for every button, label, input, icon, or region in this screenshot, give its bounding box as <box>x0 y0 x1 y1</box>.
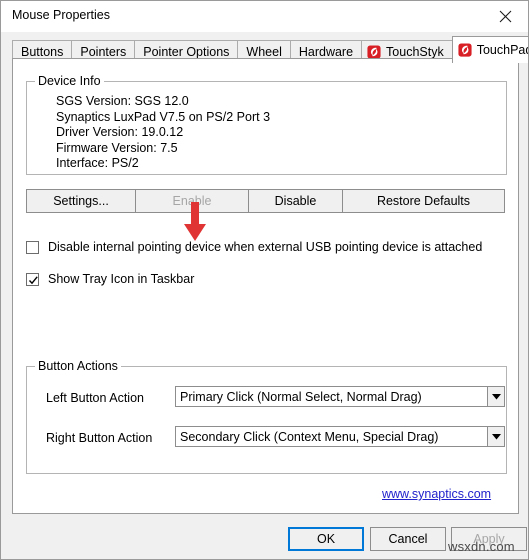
right-button-action-value: Secondary Click (Context Menu, Special D… <box>180 429 439 444</box>
tab-label: Buttons <box>21 45 64 59</box>
tab-label: TouchPad <box>476 43 529 57</box>
right-button-action-label: Right Button Action <box>46 431 153 445</box>
settings-button[interactable]: Settings... <box>26 189 136 213</box>
button-label: Disable <box>274 194 317 208</box>
disable-button[interactable]: Disable <box>248 189 343 213</box>
tab-label: Pointer Options <box>143 45 230 59</box>
button-label: Apply <box>473 532 505 546</box>
chevron-down-icon[interactable] <box>487 387 504 406</box>
chevron-down-icon[interactable] <box>487 427 504 446</box>
show-tray-icon-checkbox[interactable]: Show Tray Icon in Taskbar <box>26 272 194 286</box>
device-info-text: SGS Version: SGS 12.0 Synaptics LuxPad V… <box>56 94 270 172</box>
mouse-properties-dialog: Mouse Properties Buttons Pointers Pointe… <box>0 0 529 560</box>
button-label: Settings... <box>53 194 109 208</box>
ok-button[interactable]: OK <box>288 527 364 551</box>
device-action-buttons: Settings... Enable Disable Restore Defau… <box>26 189 507 213</box>
restore-defaults-button[interactable]: Restore Defaults <box>342 189 505 213</box>
device-info-group: Device Info SGS Version: SGS 12.0 Synapt… <box>26 74 507 175</box>
title-bar: Mouse Properties <box>1 1 528 32</box>
button-label: OK <box>316 532 336 546</box>
button-label: Cancel <box>388 532 428 546</box>
synaptics-icon <box>458 43 472 57</box>
right-button-action-dropdown[interactable]: Secondary Click (Context Menu, Special D… <box>175 426 505 447</box>
button-actions-title: Button Actions <box>35 359 121 373</box>
checkbox-box-unchecked <box>26 240 39 254</box>
tab-label: Hardware <box>298 45 354 59</box>
button-label: Restore Defaults <box>376 194 471 208</box>
left-button-action-value: Primary Click (Normal Select, Normal Dra… <box>180 389 422 404</box>
info-line-interface: Interface: PS/2 <box>56 156 139 170</box>
tab-label: Pointers <box>80 45 127 59</box>
left-button-action-dropdown[interactable]: Primary Click (Normal Select, Normal Dra… <box>175 386 505 407</box>
window-title: Mouse Properties <box>12 8 110 22</box>
left-button-action-label: Left Button Action <box>46 391 144 405</box>
tab-label: TouchStyk <box>386 45 444 59</box>
info-line-device-model: Synaptics LuxPad V7.5 on PS/2 Port 3 <box>56 109 271 124</box>
enable-button[interactable]: Enable <box>135 189 249 213</box>
checkmark-icon <box>28 275 38 284</box>
checkbox-label: Disable internal pointing device when ex… <box>48 240 483 254</box>
info-line-firmware-version: Firmware Version: 7.5 <box>56 140 178 155</box>
info-line-sgs-version: SGS Version: SGS 12.0 <box>56 94 189 108</box>
close-button[interactable] <box>483 1 528 31</box>
checkbox-box-checked <box>26 272 39 286</box>
cancel-button[interactable]: Cancel <box>370 527 446 551</box>
button-actions-group: Button Actions Left Button Action Primar… <box>26 359 507 474</box>
button-label: Enable <box>172 194 212 208</box>
synaptics-website-link[interactable]: www.synaptics.com <box>382 487 491 501</box>
tab-label: Wheel <box>246 45 282 59</box>
checkbox-label: Show Tray Icon in Taskbar <box>48 272 195 286</box>
info-line-driver-version: Driver Version: 19.0.12 <box>56 125 184 139</box>
disable-internal-pointing-device-checkbox[interactable]: Disable internal pointing device when ex… <box>26 240 482 254</box>
close-icon <box>499 10 512 22</box>
apply-button[interactable]: Apply <box>451 527 527 551</box>
device-info-title: Device Info <box>35 74 104 88</box>
synaptics-icon <box>367 45 381 59</box>
touchpad-tab-page: Device Info SGS Version: SGS 12.0 Synapt… <box>12 58 519 514</box>
tab-touchpad[interactable]: TouchPad <box>451 36 529 63</box>
